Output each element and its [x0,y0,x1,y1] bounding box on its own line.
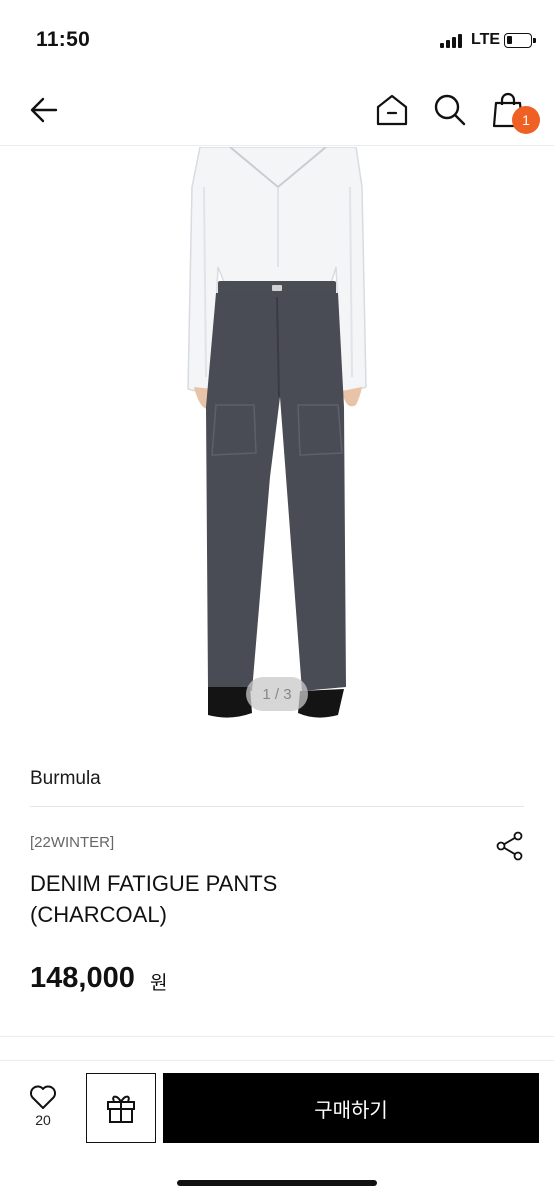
divider [0,1060,554,1061]
season-tag: [22WINTER] [30,834,115,851]
gallery-page-indicator: 1 / 3 [246,677,308,711]
product-title-line-2: (CHARCOAL) [30,902,167,927]
home-button[interactable] [370,88,414,132]
product-title: DENIM FATIGUE PANTS (CHARCOAL) [30,868,470,930]
status-bar: 11:50 LTE [0,0,554,78]
home-icon [376,94,408,126]
like-count: 20 [35,1112,51,1128]
gift-icon [107,1095,135,1123]
price-currency: 원 [150,973,168,994]
share-icon [496,831,523,861]
like-button[interactable]: 20 [14,1084,72,1140]
product-title-line-1: DENIM FATIGUE PANTS [30,871,278,896]
divider [0,1036,554,1037]
brand-name[interactable]: Burmula [30,768,101,790]
network-type: LTE [471,31,501,48]
divider [30,806,524,807]
battery-icon [504,33,536,48]
heart-icon [30,1085,56,1109]
status-time: 11:50 [36,28,91,51]
arrow-left-icon [30,97,58,123]
home-indicator [177,1180,377,1186]
product-price: 148,000 [30,962,135,994]
gift-button[interactable] [86,1073,156,1143]
product-image[interactable] [0,147,554,737]
top-navigation [0,78,554,146]
signal-icon [440,34,466,48]
buy-button[interactable]: 구매하기 [163,1073,539,1143]
search-button[interactable] [428,88,472,132]
back-button[interactable] [22,88,66,132]
model-photo [187,147,367,718]
share-button[interactable] [492,828,528,864]
search-icon [434,94,466,126]
cart-count-badge: 1 [512,106,540,134]
